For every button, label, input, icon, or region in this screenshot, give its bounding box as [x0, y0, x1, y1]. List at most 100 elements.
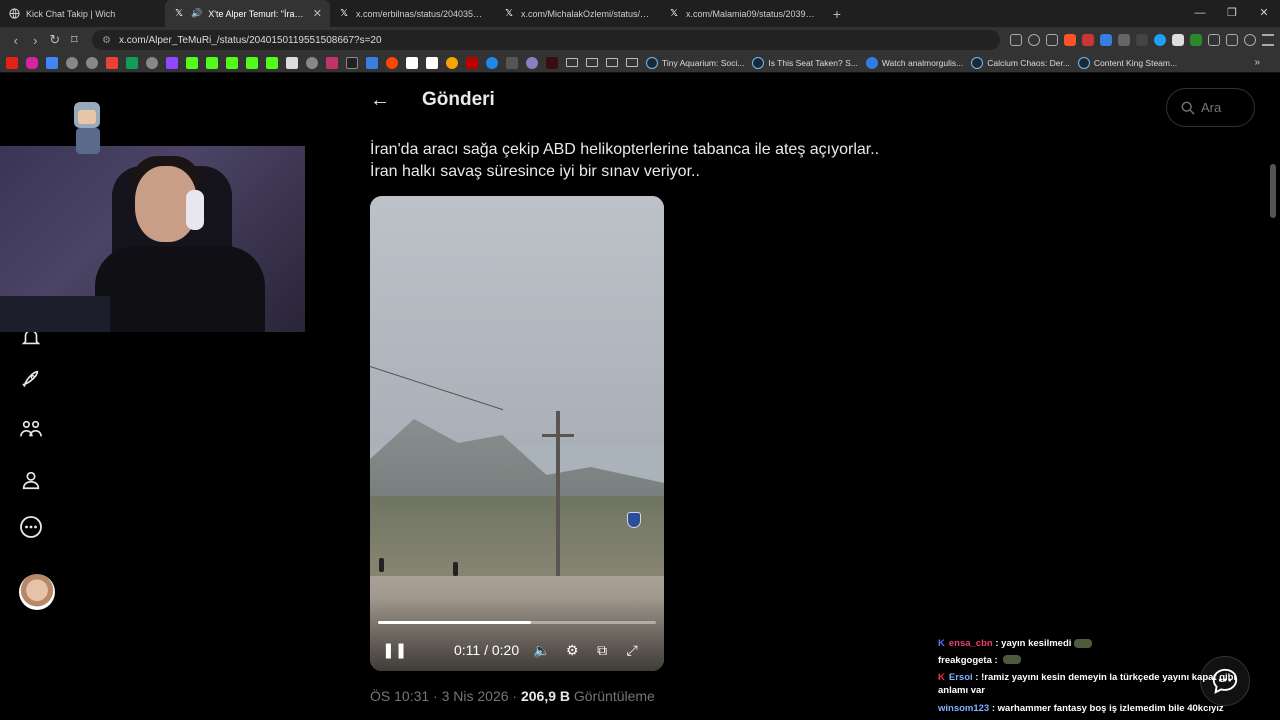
globe-icon[interactable] — [306, 56, 318, 69]
cast-icon[interactable] — [1009, 34, 1022, 46]
twitch-icon[interactable] — [166, 56, 178, 69]
amazon-icon[interactable] — [426, 56, 438, 69]
extension-red-icon[interactable] — [1081, 34, 1094, 46]
video-player[interactable]: ❚❚ 0:11 / 0:20 🔈 ⚙ ⧉ ⤢ — [370, 196, 664, 671]
fullscreen-icon[interactable]: ⤢ — [617, 642, 647, 659]
volume-icon[interactable]: 🔈 — [527, 642, 557, 659]
sidebar-icon[interactable] — [1225, 34, 1238, 46]
site-settings-icon[interactable]: ⚙ — [102, 35, 111, 46]
tab-alper-temuri[interactable]: 𝕏 🔊 X'te Alper Temurl: "İran'da ara ✕ — [165, 0, 330, 27]
communities-icon[interactable] — [18, 416, 44, 442]
tank-emote-icon — [1074, 638, 1093, 648]
gmail-icon[interactable] — [106, 56, 118, 69]
play-icon[interactable] — [486, 56, 498, 69]
instagram-icon[interactable] — [26, 56, 38, 69]
forward-icon[interactable]: › — [26, 33, 46, 48]
extension-blue-icon[interactable] — [366, 56, 378, 69]
kick-icon[interactable] — [226, 56, 238, 69]
translate-icon[interactable] — [46, 56, 58, 69]
settings-gear-icon[interactable]: ⚙ — [557, 642, 587, 659]
post-header: ← Gönderi — [360, 74, 900, 126]
p-icon[interactable] — [406, 56, 418, 69]
pause-icon[interactable]: ❚❚ — [382, 641, 407, 659]
bookmark-content-king[interactable]: Content King Steam... — [1077, 56, 1177, 69]
extensions-puzzle-icon[interactable] — [1207, 34, 1220, 46]
share-icon[interactable] — [1045, 34, 1058, 46]
minimize-icon[interactable]: — — [1184, 0, 1216, 27]
extension-text-icon[interactable] — [506, 56, 518, 69]
back-icon[interactable]: ‹ — [6, 33, 26, 48]
post-timestamp[interactable]: ÖS 10:31 · 3 Nis 2026 · — [370, 688, 521, 704]
address-bar[interactable]: ⚙ x.com/Alper_TeMuRi_/status/20401501195… — [92, 30, 1000, 50]
bookmark-calcium-chaos[interactable]: Calcium Chaos: Der... — [971, 56, 1070, 69]
youtube-icon[interactable] — [6, 56, 18, 69]
bookmark-icon[interactable]: ⌑ — [65, 32, 85, 48]
kick-icon[interactable] — [246, 56, 258, 69]
more-icon[interactable] — [18, 514, 44, 540]
folder-icon[interactable] — [626, 58, 638, 67]
search-box[interactable]: Ara — [1166, 88, 1255, 127]
folder-icon[interactable] — [566, 58, 578, 67]
picture-in-picture-icon[interactable]: ⧉ — [587, 642, 617, 659]
profile-icon[interactable] — [18, 467, 44, 493]
menu-icon[interactable] — [1261, 34, 1274, 46]
reload-icon[interactable]: ↻ — [45, 32, 65, 48]
speaker-icon[interactable]: 🔊 — [191, 8, 202, 19]
globe-icon[interactable] — [146, 56, 158, 69]
folder-icon[interactable] — [586, 58, 598, 67]
back-arrow-icon[interactable]: ← — [360, 89, 400, 112]
steam-icon — [646, 56, 658, 69]
extension-purple-icon[interactable] — [526, 56, 538, 69]
post-meta: ÖS 10:31 · 3 Nis 2026 · 206,9 B Görüntül… — [370, 688, 655, 704]
chat-text: warhammer fantasy boş iş izlemedim bile … — [997, 703, 1224, 714]
microphone-arm — [0, 296, 110, 332]
tab-malamia09[interactable]: 𝕏 x.com/Malamia09/status/203975539 — [660, 0, 825, 27]
globe-icon[interactable] — [86, 56, 98, 69]
tab-title: x.com/MichalakOzlemi/status/20397 — [521, 8, 652, 19]
bookmark-watch[interactable]: Watch analmorgulis... — [865, 56, 964, 69]
bookmark-seat-taken[interactable]: Is This Seat Taken? S... — [752, 56, 858, 69]
scrollbar[interactable] — [1270, 164, 1276, 218]
extension-green-icon[interactable] — [1189, 34, 1202, 46]
search-placeholder: Ara — [1201, 100, 1222, 115]
reddit-icon[interactable] — [386, 56, 398, 69]
kick-icon[interactable] — [266, 56, 278, 69]
account-avatar[interactable] — [19, 574, 55, 610]
kick-icon[interactable] — [186, 56, 198, 69]
more-bookmarks-icon[interactable]: » — [1254, 57, 1260, 68]
rocket-icon[interactable] — [18, 366, 44, 392]
kick-badge-icon: K — [938, 672, 945, 683]
extension-blue-icon[interactable] — [1099, 34, 1112, 46]
tab-erbilnas[interactable]: 𝕏 x.com/erbilnas/status/204035993710 — [330, 0, 495, 27]
extension-orange-icon[interactable] — [446, 56, 458, 69]
new-tab-button[interactable]: + — [825, 6, 849, 22]
drive-icon[interactable] — [126, 56, 138, 69]
bookmark-label: Watch analmorgulis... — [881, 57, 964, 68]
extension-dark-icon[interactable] — [1135, 34, 1148, 46]
folder-icon[interactable] — [606, 58, 618, 67]
zoom-icon[interactable] — [1027, 34, 1040, 46]
close-window-icon[interactable]: ✕ — [1248, 0, 1280, 27]
kick-icon[interactable] — [206, 56, 218, 69]
bookmark-tiny-aquarium[interactable]: Tiny Aquarium: Soci... — [646, 56, 744, 69]
anchor-icon[interactable] — [286, 56, 298, 69]
brave-shield-icon[interactable] — [1063, 34, 1076, 46]
search-icon — [1181, 101, 1195, 115]
extension-red-icon[interactable] — [466, 56, 478, 69]
extension-pink-icon[interactable] — [326, 56, 338, 69]
media-icon[interactable] — [1243, 34, 1256, 46]
chat-message: freakgogeta : — [938, 653, 1268, 670]
tab-michalakozlemi[interactable]: 𝕏 x.com/MichalakOzlemi/status/20397 — [495, 0, 660, 27]
extension-grey-icon[interactable] — [1117, 34, 1130, 46]
steam-icon — [752, 56, 765, 69]
video-progress-bar[interactable] — [378, 621, 656, 624]
close-icon[interactable]: ✕ — [313, 7, 322, 20]
extension-white-icon[interactable] — [1171, 34, 1184, 46]
tab-kick-chat[interactable]: Kick Chat Takip | Wich — [0, 0, 165, 27]
x-logo-icon[interactable] — [346, 56, 358, 69]
extension-kx-icon[interactable] — [546, 56, 558, 69]
extension-cyan-icon[interactable] — [1153, 34, 1166, 46]
streamer-body — [95, 246, 265, 332]
restore-icon[interactable]: ❐ — [1216, 0, 1248, 27]
globe-icon[interactable] — [66, 56, 78, 69]
